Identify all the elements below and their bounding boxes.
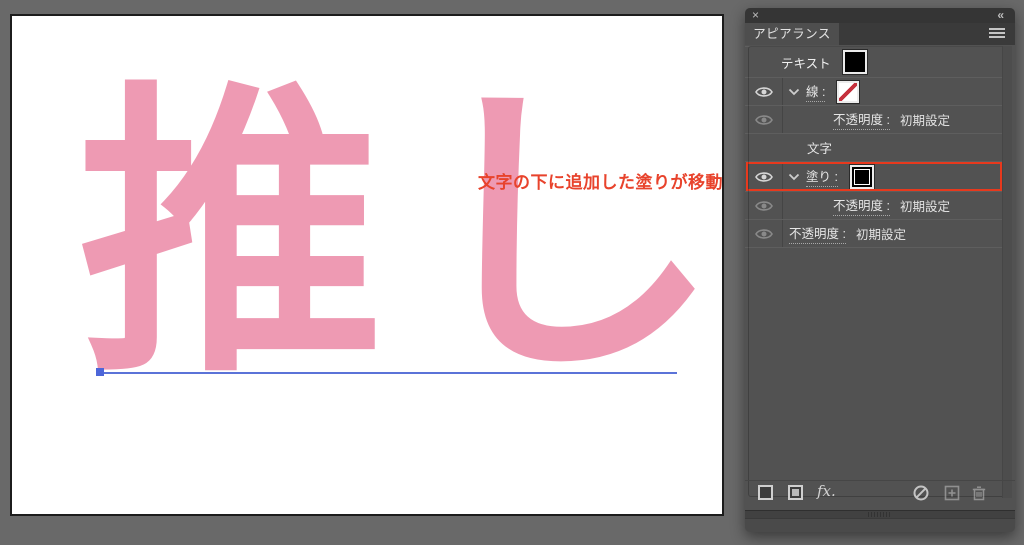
highlight-box (746, 162, 1002, 191)
clear-appearance-icon[interactable] (913, 485, 929, 506)
appearance-row-characters[interactable]: 文字 (745, 134, 1003, 162)
scrollbar-gutter[interactable] (1002, 46, 1012, 498)
tab-appearance[interactable]: アピアランス (745, 23, 839, 45)
panel-footer: fx. (745, 480, 1015, 505)
row-label-stroke[interactable]: 線 : (806, 81, 826, 102)
stroke-none-swatch[interactable] (837, 80, 860, 103)
duplicate-item-icon[interactable] (944, 485, 960, 506)
panel-tab-bar: アピアランス (745, 23, 1015, 45)
appearance-rows: テキスト 線 : 不透明度 : 初期設定 文字 塗り : 不透明度 : 初期設定 不透… (745, 46, 1003, 248)
appearance-row-stroke-opacity[interactable]: 不透明度 : 初期設定 (745, 106, 1003, 134)
appearance-row-text-object[interactable]: テキスト (745, 46, 1003, 78)
add-new-effect-icon[interactable]: fx. (817, 482, 836, 500)
collapse-panel-icon[interactable]: « (997, 8, 1004, 23)
text-path-line[interactable] (99, 372, 677, 374)
panel-bottom-edge (745, 518, 1015, 532)
chevron-down-icon[interactable] (788, 88, 800, 96)
tutorial-annotation: 文字の下に追加した塗りが移動 (478, 173, 723, 192)
visibility-eye-icon[interactable] (745, 162, 783, 191)
visibility-eye-icon[interactable] (745, 192, 783, 219)
row-label-object-opacity[interactable]: 不透明度 : (789, 223, 846, 244)
row-label-text-object: テキスト (781, 56, 831, 71)
color-swatch-black[interactable] (842, 50, 867, 74)
path-anchor-point[interactable] (96, 368, 104, 376)
close-icon[interactable]: × (752, 8, 759, 23)
row-label-characters: 文字 (807, 142, 833, 156)
panel-menu-icon[interactable] (989, 28, 1005, 40)
appearance-row-fill-opacity[interactable]: 不透明度 : 初期設定 (745, 192, 1003, 220)
add-new-fill-icon[interactable] (788, 485, 803, 500)
visibility-eye-icon[interactable] (745, 78, 783, 105)
delete-item-icon[interactable] (971, 485, 987, 506)
row-value-fill-opacity[interactable]: 初期設定 (900, 196, 950, 215)
resize-grip[interactable] (868, 512, 890, 517)
appearance-row-stroke[interactable]: 線 : (745, 78, 1003, 106)
visibility-eye-icon[interactable] (745, 106, 783, 133)
row-label-fill[interactable]: 塗り : (806, 166, 838, 187)
row-label-stroke-opacity[interactable]: 不透明度 : (833, 109, 890, 130)
row-value-stroke-opacity[interactable]: 初期設定 (900, 110, 950, 129)
artboard[interactable]: 推し 文字の下に追加した塗りが移動 (10, 14, 724, 516)
eye-column-spacer (745, 134, 783, 161)
row-value-object-opacity[interactable]: 初期設定 (856, 224, 906, 243)
add-new-stroke-icon[interactable] (758, 485, 773, 500)
chevron-down-icon[interactable] (788, 173, 800, 181)
panel-header: × « (745, 8, 1015, 23)
appearance-panel: × « アピアランス テキスト 線 : 不透明度 : 初期設定 文字 塗り : 不透… (745, 8, 1015, 532)
appearance-row-fill[interactable]: 塗り : (745, 162, 1003, 192)
artwork-text[interactable]: 推し (78, 82, 750, 388)
illustrator-workspace: 推し 文字の下に追加した塗りが移動 × « アピアランス テキスト 線 : 不透… (0, 0, 1024, 545)
visibility-eye-icon[interactable] (745, 220, 783, 247)
appearance-row-object-opacity[interactable]: 不透明度 : 初期設定 (745, 220, 1003, 248)
color-swatch-black[interactable] (849, 164, 874, 189)
row-label-fill-opacity[interactable]: 不透明度 : (833, 195, 890, 216)
